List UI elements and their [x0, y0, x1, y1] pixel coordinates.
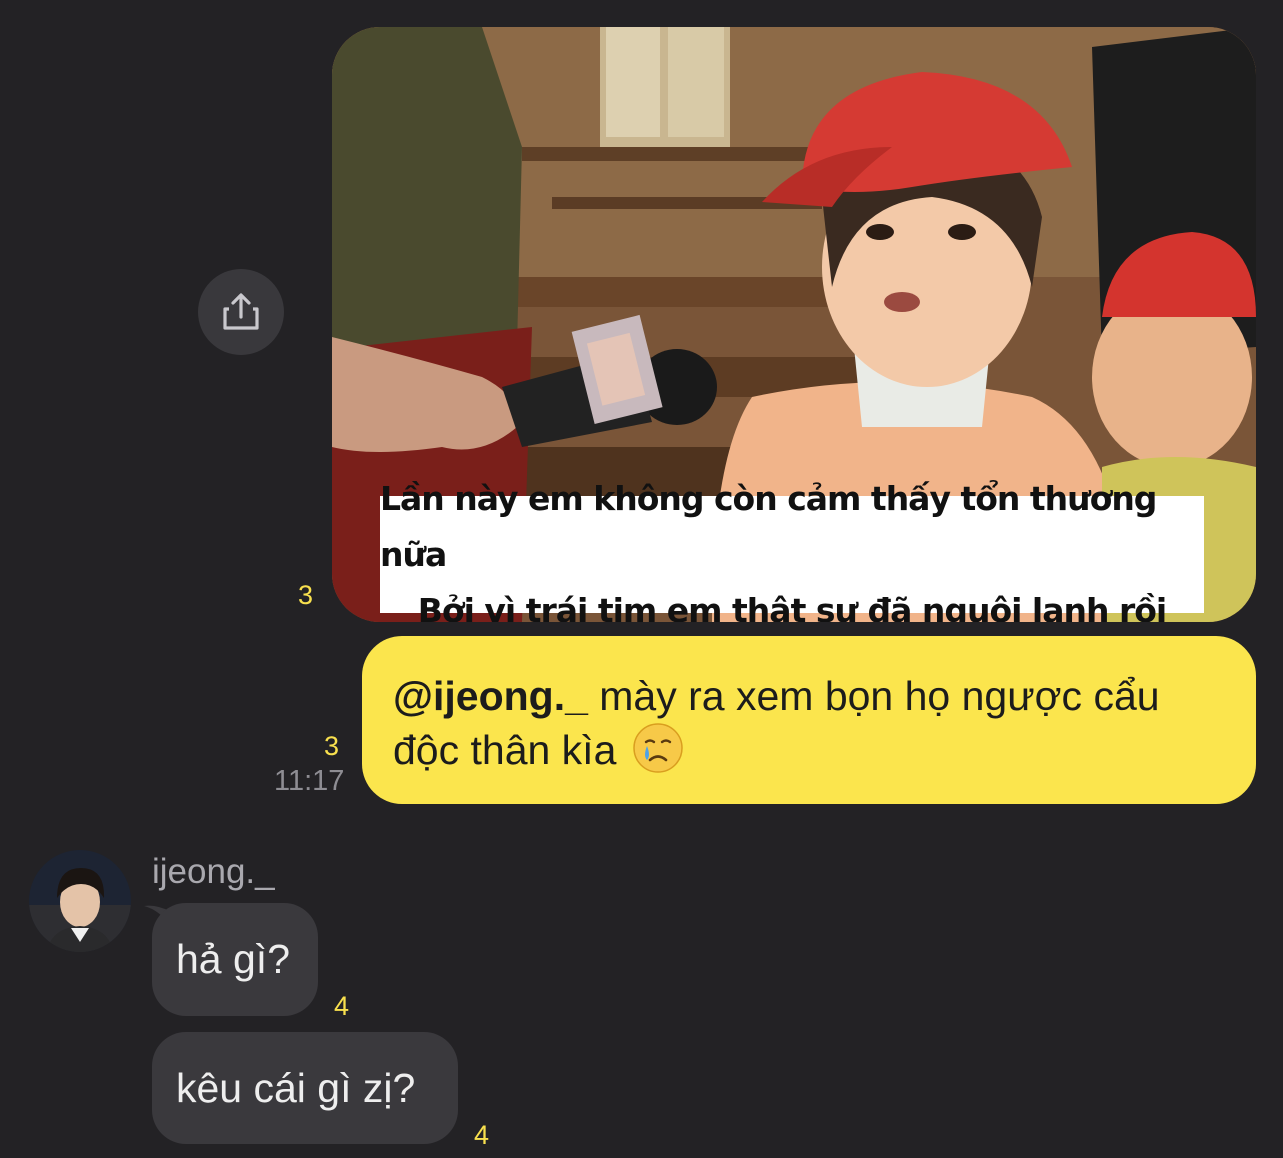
avatar-photo	[29, 850, 131, 952]
sender-name: ijeong._	[152, 852, 275, 891]
crying-face-emoji	[633, 723, 683, 773]
avatar[interactable]	[29, 850, 131, 952]
message-text: kêu cái gì zị?	[176, 1064, 416, 1111]
mention-link[interactable]: @ijeong._	[393, 673, 588, 719]
unread-count: 4	[334, 991, 350, 1021]
share-button[interactable]	[198, 269, 284, 355]
message-text: hả gì?	[176, 936, 290, 982]
meme-caption: Lần này em không còn cảm thấy tổn thương…	[380, 479, 1204, 622]
message-timestamp: 11:17	[274, 765, 345, 797]
unread-count: 3	[324, 731, 340, 761]
caption-line-1: Lần này em không còn cảm thấy tổn thương…	[380, 478, 1157, 574]
image-message[interactable]: Lần này em không còn cảm thấy tổn thương…	[332, 27, 1256, 622]
outgoing-message-bubble[interactable]: @ijeong._ mày ra xem bọn họ ngược cẩu độ…	[362, 636, 1256, 804]
incoming-message-bubble[interactable]: kêu cái gì zị?	[152, 1032, 458, 1144]
share-icon	[223, 293, 259, 330]
caption-line-2: Bởi vì trái tim em thật sự đã nguội lạnh…	[417, 590, 1167, 623]
unread-count: 3	[298, 580, 314, 610]
unread-count: 4	[474, 1120, 490, 1150]
incoming-message-bubble[interactable]: hả gì?	[152, 903, 318, 1016]
